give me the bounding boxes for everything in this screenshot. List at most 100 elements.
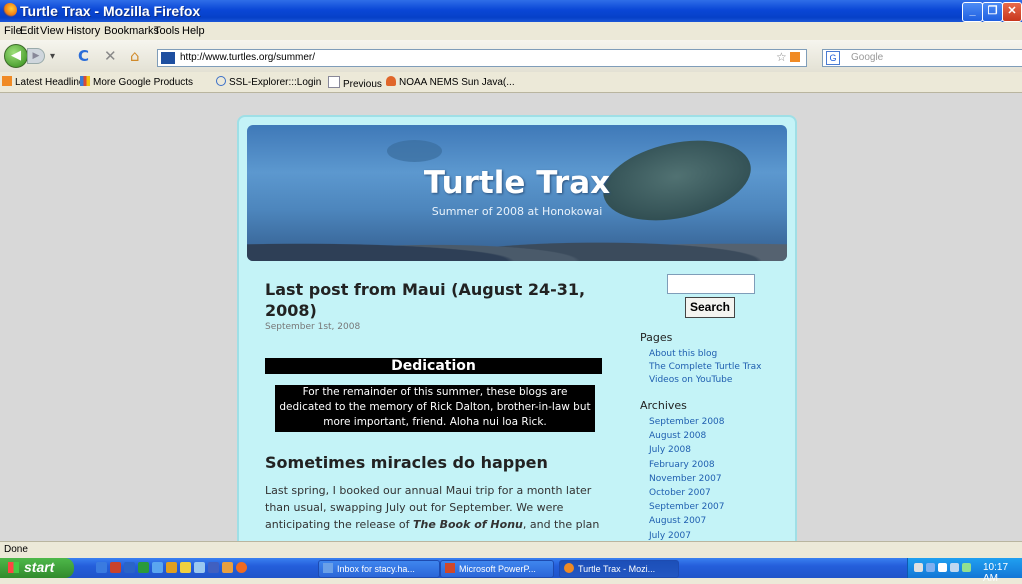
bookmark-noaa[interactable]: NOAA NEMS Sun Java(... (386, 76, 515, 88)
bookmark-label: More Google Products (93, 77, 194, 88)
archive-link[interactable]: November 2007 (649, 472, 725, 486)
quicklaunch-powerpoint-icon[interactable] (110, 562, 121, 573)
stop-icon[interactable]: ✕ (104, 49, 117, 64)
url-text: http://www.turtles.org/summer/ (180, 52, 316, 63)
archive-link[interactable]: October 2007 (649, 486, 725, 500)
site-favicon-icon (161, 52, 175, 64)
tray-volume-icon[interactable] (938, 563, 947, 572)
quicklaunch-excel-icon[interactable] (138, 562, 149, 573)
pages-list: About this blog The Complete Turtle Trax… (649, 348, 762, 387)
blog-header-banner[interactable]: Turtle Trax Summer of 2008 at Honokowai (247, 125, 787, 261)
status-bar: Done (0, 541, 1022, 558)
bookmark-label: SSL-Explorer:::Login (229, 77, 322, 88)
post-title[interactable]: Last post from Maui (August 24-31, 2008) (265, 279, 595, 321)
reef-image (247, 221, 787, 261)
page-icon (328, 76, 340, 88)
task-inbox[interactable]: Inbox for stacy.ha... (318, 560, 440, 578)
menu-view[interactable]: View (40, 25, 64, 37)
bookmarks-toolbar: Latest Headlines More Google Products SS… (0, 72, 1022, 93)
book-title: The Book of Honu (412, 518, 523, 531)
start-button[interactable]: start (0, 558, 74, 578)
tray-arrow-icon[interactable] (914, 563, 923, 572)
window-title: Turtle Trax - Mozilla Firefox (20, 3, 201, 19)
google-engine-icon[interactable]: G (826, 51, 840, 65)
quicklaunch-folder-icon[interactable] (180, 562, 191, 573)
home-icon[interactable]: ⌂ (130, 49, 140, 64)
task-label: Microsoft PowerP... (459, 564, 536, 574)
bookmark-previous[interactable]: Previous (328, 76, 382, 90)
blog-search-input[interactable] (667, 274, 755, 294)
start-label: start (24, 559, 55, 575)
mail-icon (323, 563, 333, 573)
google-icon (80, 76, 90, 86)
archive-link[interactable]: August 2008 (649, 429, 725, 443)
bookmark-ssl-explorer[interactable]: SSL-Explorer:::Login (216, 76, 321, 88)
reload-icon[interactable]: C (78, 49, 89, 64)
tray-network-icon[interactable] (926, 563, 935, 572)
pages-heading: Pages (640, 331, 673, 344)
dedication-heading: Dedication (265, 358, 602, 374)
bookmark-label: Previous (343, 79, 382, 90)
forward-button[interactable]: ▶ (27, 48, 45, 64)
quicklaunch-word-icon[interactable] (124, 562, 135, 573)
task-label: Inbox for stacy.ha... (337, 564, 415, 574)
status-text: Done (4, 544, 28, 555)
search-placeholder: Google (851, 52, 884, 63)
archives-list: September 2008 August 2008 July 2008 Feb… (649, 415, 725, 541)
archive-link[interactable]: July 2008 (649, 443, 725, 457)
quicklaunch-app-icon[interactable] (194, 562, 205, 573)
quicklaunch-outlook-icon[interactable] (166, 562, 177, 573)
firefox-logo-icon (3, 3, 17, 17)
quicklaunch-firefox-icon[interactable] (236, 562, 247, 573)
quicklaunch-app3-icon[interactable] (222, 562, 233, 573)
menu-bookmarks[interactable]: Bookmarks (104, 25, 159, 37)
search-bar[interactable]: G Google (822, 49, 1022, 67)
archive-link[interactable]: September 2008 (649, 415, 725, 429)
archive-link[interactable]: February 2008 (649, 458, 725, 472)
post-date: September 1st, 2008 (265, 322, 361, 332)
windows-taskbar: start Inbox for stacy.ha... Microsoft Po… (0, 558, 1022, 584)
tray-security-icon[interactable] (962, 563, 971, 572)
quicklaunch-ie2-icon[interactable] (152, 562, 163, 573)
quicklaunch-app2-icon[interactable] (208, 562, 219, 573)
menu-help[interactable]: Help (182, 25, 205, 37)
archive-link[interactable]: August 2007 (649, 514, 725, 528)
pages-link[interactable]: Videos on YouTube (649, 374, 762, 387)
task-firefox[interactable]: Turtle Trax - Mozi... (559, 560, 679, 578)
quicklaunch-ie-icon[interactable] (96, 562, 107, 573)
bookmark-label: Latest Headlines (15, 77, 90, 88)
turtle-silhouette-image (387, 140, 442, 162)
close-button[interactable]: ✕ (1002, 2, 1022, 22)
minimize-button[interactable]: _ (962, 2, 983, 22)
blog-page: Turtle Trax Summer of 2008 at Honokowai … (237, 115, 797, 541)
dedication-text: For the remainder of this summer, these … (275, 385, 595, 432)
history-dropdown-icon[interactable]: ▾ (50, 49, 55, 64)
menu-edit[interactable]: Edit (20, 25, 39, 37)
search-button[interactable]: Search (685, 297, 735, 318)
firefox-icon (564, 563, 574, 573)
tray-wireless-icon[interactable] (950, 563, 959, 572)
pages-link[interactable]: The Complete Turtle Trax (649, 361, 762, 374)
body-text-part: , and the plan (522, 518, 600, 531)
site-subtitle: Summer of 2008 at Honokowai (431, 205, 603, 218)
bookmark-latest-headlines[interactable]: Latest Headlines (2, 76, 90, 88)
task-powerpoint[interactable]: Microsoft PowerP... (440, 560, 554, 578)
menu-tools[interactable]: Tools (154, 25, 180, 37)
post-body-text: Last spring, I booked our annual Maui tr… (265, 482, 605, 533)
maximize-button[interactable]: ❐ (982, 2, 1003, 22)
web-content-area: Turtle Trax Summer of 2008 at Honokowai … (0, 93, 1022, 541)
clock[interactable]: 10:17 AM (983, 562, 1022, 584)
menu-history[interactable]: History (66, 25, 100, 37)
back-button[interactable]: ◀ (4, 44, 28, 68)
pages-link[interactable]: About this blog (649, 348, 762, 361)
archive-link[interactable]: July 2007 (649, 529, 725, 541)
bookmark-star-icon[interactable]: ☆ (776, 50, 787, 64)
bookmark-google-products[interactable]: More Google Products (80, 76, 193, 88)
task-label: Turtle Trax - Mozi... (578, 564, 656, 574)
window-title-bar[interactable]: Turtle Trax - Mozilla Firefox _ ❐ ✕ (0, 0, 1022, 22)
navigation-toolbar: ◀ ▶ ▾ C ✕ ⌂ http://www.turtles.org/summe… (0, 40, 1022, 72)
address-bar[interactable]: http://www.turtles.org/summer/ ☆ (157, 49, 807, 67)
site-title[interactable]: Turtle Trax (247, 165, 787, 201)
archive-link[interactable]: September 2007 (649, 500, 725, 514)
rss-feed-icon[interactable] (790, 52, 800, 62)
